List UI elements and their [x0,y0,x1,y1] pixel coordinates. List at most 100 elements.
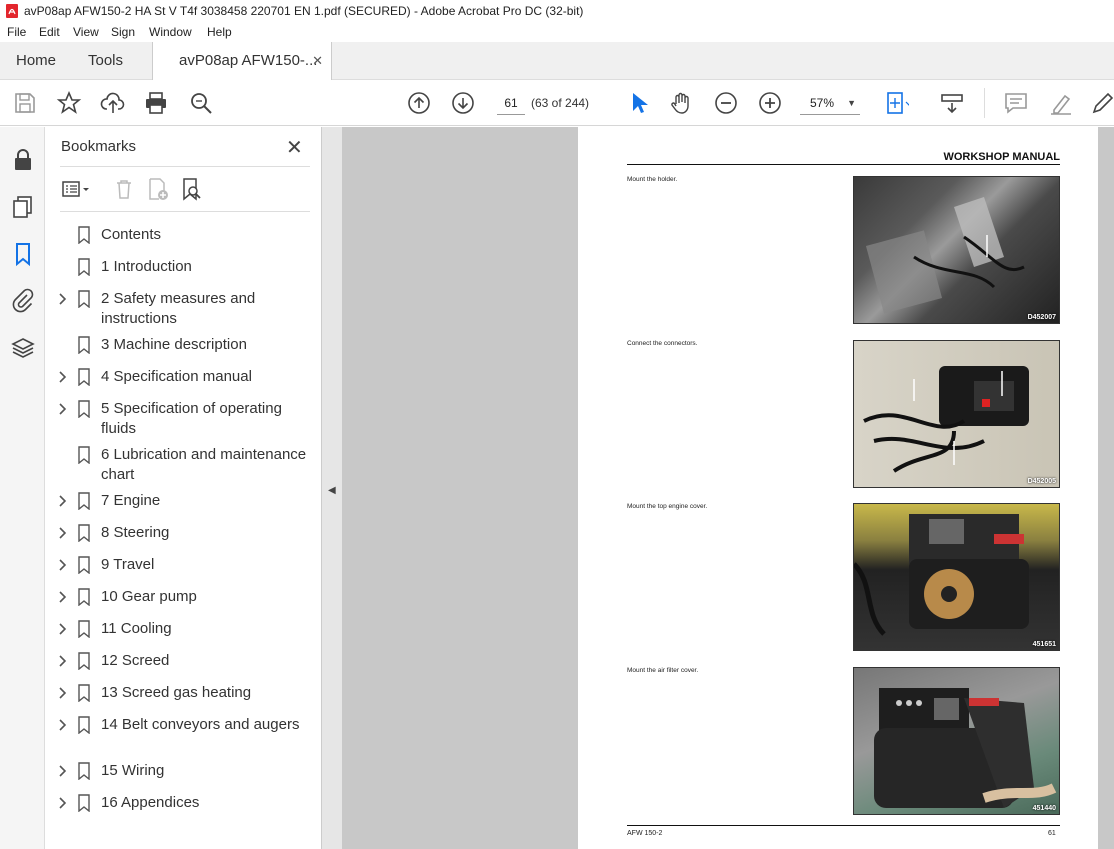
chevron-right-icon[interactable] [58,370,68,384]
fit-page-icon[interactable] [883,90,913,116]
bookmark-icon [78,258,90,276]
scroll-mode-icon[interactable] [939,90,965,116]
bookmark-label: 12 Screed [101,652,170,669]
zoom-out-icon[interactable] [713,90,739,116]
bookmark-icon [78,226,90,244]
bookmark-item[interactable]: 3 Machine description [46,335,322,355]
print-icon[interactable] [143,90,169,116]
bookmark-options-icon[interactable] [61,177,89,201]
divider [60,211,310,212]
lock-icon[interactable] [10,147,36,173]
zoom-level-select[interactable]: 57% ▼ [800,91,860,115]
hand-tool-icon[interactable] [669,90,695,116]
bookmark-item[interactable]: 5 Specification of operating fluids [46,399,322,439]
step-caption: Connect the connectors. [627,340,698,347]
chevron-right-icon[interactable] [58,718,68,732]
sign-icon[interactable] [1090,90,1114,116]
save-icon[interactable] [12,90,38,116]
bookmark-item[interactable]: 4 Specification manual [46,367,322,387]
bookmark-icon [78,794,90,812]
bookmark-item[interactable]: 13 Screed gas heating [46,683,322,703]
bookmark-icon [78,684,90,702]
find-icon[interactable] [188,90,214,116]
collapse-arrow-icon[interactable]: ◀ [328,485,336,496]
comment-icon[interactable] [1003,90,1029,116]
menu-view[interactable]: View [73,22,99,42]
close-tab-icon[interactable]: ✕ [312,42,323,80]
page-header: WORKSHOP MANUAL [943,151,1060,163]
title-bar: avP08ap AFW150-2 HA St V T4f 3038458 220… [0,0,1114,22]
page-number-input[interactable]: 61 [497,91,525,115]
delete-bookmark-icon[interactable] [112,177,136,201]
chevron-right-icon[interactable] [58,292,68,306]
bookmark-item[interactable]: 8 Steering [46,523,322,543]
footer-model: AFW 150-2 [627,830,663,837]
new-bookmark-icon[interactable] [146,177,170,201]
bookmark-icon [78,556,90,574]
bookmark-item[interactable]: 16 Appendices [46,793,322,813]
layers-icon[interactable] [10,335,36,361]
chevron-right-icon[interactable] [58,622,68,636]
bookmark-item[interactable]: 15 Wiring [46,761,322,781]
divider [60,166,310,167]
close-icon[interactable]: ✕ [286,135,303,160]
tab-document[interactable]: avP08ap AFW150-... ✕ [152,42,332,81]
menu-sign[interactable]: Sign [111,22,135,42]
menu-edit[interactable]: Edit [39,22,60,42]
bookmark-item[interactable]: Contents [46,225,322,245]
chevron-right-icon[interactable] [58,402,68,416]
menu-window[interactable]: Window [149,22,192,42]
page-thumbnails-icon[interactable] [10,194,36,220]
page-up-icon[interactable] [406,90,432,116]
chevron-right-icon[interactable] [58,654,68,668]
bookmark-item[interactable]: 1 Introduction [46,257,322,277]
bookmark-icon [78,492,90,510]
bookmark-item[interactable]: 9 Travel [46,555,322,575]
step-photo: 451440 [853,667,1060,815]
bookmark-icon [78,336,90,354]
upload-icon[interactable] [100,90,126,116]
bookmark-label: 6 Lubrication and maintenance chart [101,446,307,483]
bookmarks-title: Bookmarks [61,138,137,155]
bookmark-item[interactable]: 10 Gear pump [46,587,322,607]
chevron-right-icon[interactable] [58,686,68,700]
chevron-right-icon[interactable] [58,796,68,810]
chevron-right-icon[interactable] [58,526,68,540]
bookmark-label: 8 Steering [101,524,170,541]
find-bookmark-icon[interactable] [180,177,204,201]
tab-home[interactable]: Home [16,42,56,80]
menu-file[interactable]: File [7,22,26,42]
bookmark-label: 10 Gear pump [101,588,197,605]
bookmark-panel-icon[interactable] [10,241,36,267]
chevron-right-icon[interactable] [58,590,68,604]
bookmark-item[interactable]: 11 Cooling [46,619,322,639]
star-icon[interactable] [56,90,82,116]
bookmark-label: 14 Belt conveyors and augers [101,716,300,733]
tab-document-label: avP08ap AFW150-... [179,52,318,69]
chevron-right-icon[interactable] [58,764,68,778]
highlight-icon[interactable] [1048,90,1074,116]
attachment-icon[interactable] [10,287,36,313]
select-cursor-icon[interactable] [625,90,651,116]
bookmark-label: 5 Specification of operating fluids [101,400,282,437]
bookmark-item[interactable]: 12 Screed [46,651,322,671]
bookmark-label: 11 Cooling [101,620,172,637]
bookmark-icon [78,652,90,670]
bookmark-item[interactable]: 7 Engine [46,491,322,511]
tab-tools[interactable]: Tools [88,42,123,80]
scrollbar-track[interactable] [1098,127,1114,849]
bookmark-item[interactable]: 6 Lubrication and maintenance chart [46,445,322,485]
bookmark-icon [78,446,90,464]
page-down-icon[interactable] [450,90,476,116]
chevron-right-icon[interactable] [58,558,68,572]
menu-help[interactable]: Help [207,22,232,42]
chevron-right-icon[interactable] [58,494,68,508]
step-photo: D452005 [853,340,1060,488]
bookmark-item[interactable]: 14 Belt conveyors and augers [46,715,322,755]
step-caption: Mount the top engine cover. [627,503,708,510]
panel-collapse-bar[interactable]: ◀ [322,127,342,849]
bookmark-icon [78,762,90,780]
bookmark-item[interactable]: 2 Safety measures and instructions [46,289,322,329]
zoom-in-icon[interactable] [757,90,783,116]
image-code: 451440 [1032,805,1056,812]
